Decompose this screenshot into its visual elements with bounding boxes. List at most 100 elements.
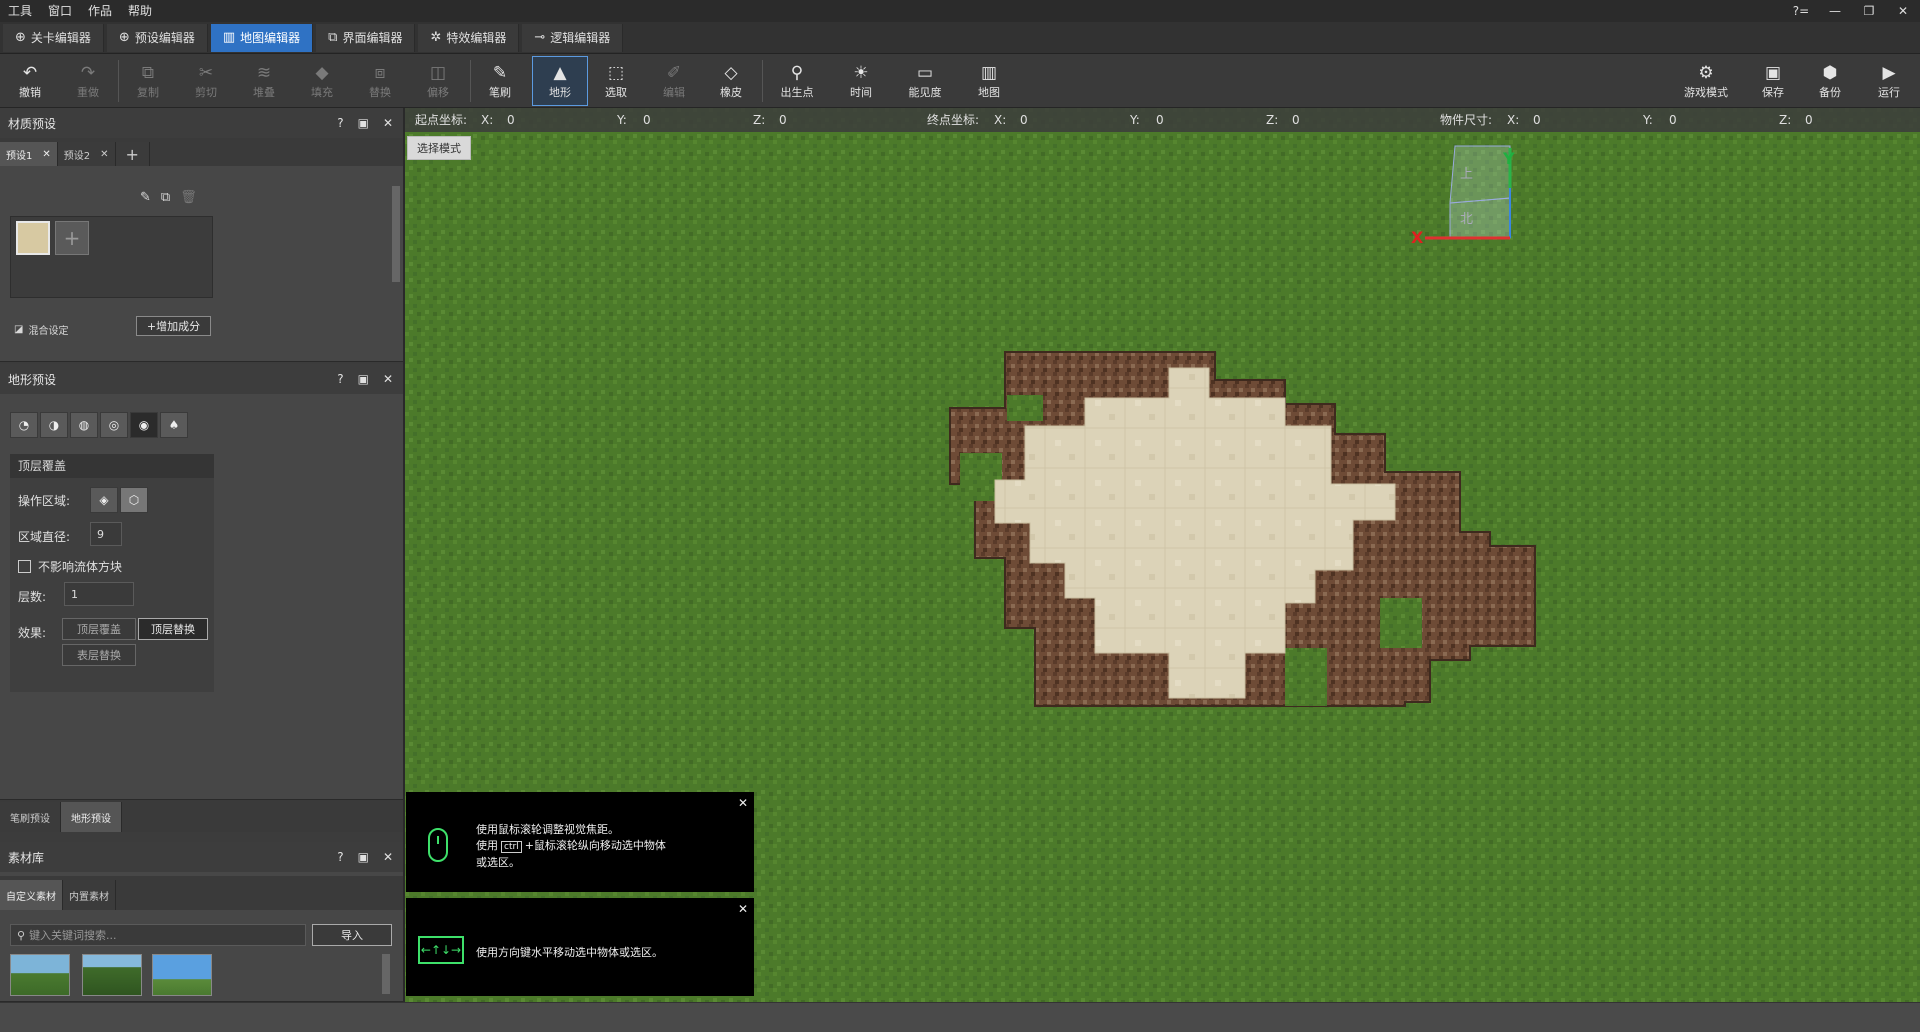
undo-button[interactable]: ↶ 撤销 <box>2 56 58 106</box>
scrollbar-thumb[interactable] <box>392 186 400 282</box>
diameter-input[interactable]: 9 <box>90 522 122 546</box>
eraser-button[interactable]: ◇ 橡皮 <box>703 56 759 106</box>
run-button[interactable]: ▶ 运行 <box>1861 56 1917 106</box>
stack-button[interactable]: ≋ 堆叠 <box>236 56 292 106</box>
panel-splitter[interactable] <box>403 108 405 1002</box>
close-icon[interactable]: ✕ <box>738 902 748 916</box>
close-button[interactable]: ✕ <box>1886 0 1920 22</box>
fill-button[interactable]: ◆ 填充 <box>294 56 350 106</box>
map-button[interactable]: ▥ 地图 <box>961 56 1017 106</box>
menu-works[interactable]: 作品 <box>80 0 120 22</box>
flatten-terrain-icon[interactable]: ◎ <box>100 412 128 438</box>
close-icon[interactable]: ✕ <box>383 372 393 386</box>
select-mode-badge[interactable]: 选择模式 <box>407 136 471 160</box>
game-mode-button[interactable]: ⚙ 游戏模式 <box>1676 56 1736 106</box>
raise-terrain-icon[interactable]: ◔ <box>10 412 38 438</box>
location-pin-icon: ⚲ <box>790 63 804 83</box>
asset-thumbnail[interactable] <box>10 954 70 996</box>
cover-terrain-icon[interactable]: ◉ <box>130 412 158 438</box>
cut-button[interactable]: ✂ 剪切 <box>178 56 234 106</box>
asset-thumbnail[interactable] <box>152 954 212 996</box>
trash-icon[interactable]: 🗑 <box>180 190 197 205</box>
toolbar-divider <box>470 60 471 102</box>
tab-effect-editor[interactable]: ✲ 特效编辑器 <box>418 23 520 52</box>
help-settings-icon[interactable]: ?= <box>1784 0 1818 22</box>
maximize-button[interactable]: ❐ <box>1852 0 1886 22</box>
tab-preset-2[interactable]: 预设2 ✕ <box>57 142 116 166</box>
add-preset-button[interactable]: + <box>115 142 150 166</box>
copy-button[interactable]: ⧉ 复制 <box>120 56 176 106</box>
panel-header: 材质预设 ? ▣ ✕ <box>0 108 403 138</box>
layers-input[interactable]: 1 <box>64 582 134 606</box>
tab-level-editor[interactable]: ⊕ 关卡编辑器 <box>3 23 104 52</box>
smooth-terrain-icon[interactable]: ◍ <box>70 412 98 438</box>
tab-brush-preset[interactable]: 笔刷预设 <box>0 802 61 832</box>
tab-ui-editor[interactable]: ⧉ 界面编辑器 <box>316 23 416 52</box>
menu-help[interactable]: 帮助 <box>120 0 160 22</box>
svg-text:Y: Y <box>1502 149 1515 168</box>
asset-thumbnail[interactable] <box>82 954 142 996</box>
sandstone-block-icon[interactable] <box>16 221 50 255</box>
select-button[interactable]: ⬚ 选取 <box>588 56 644 106</box>
effect-surface-replace-button[interactable]: 表层替换 <box>62 644 136 666</box>
eyedropper-icon[interactable]: ✎ <box>140 190 151 205</box>
import-button[interactable]: 导入 <box>312 924 392 946</box>
scrollbar-thumb[interactable] <box>382 954 390 994</box>
hint-text: 使用 ctrl +鼠标滚轮纵向移动选中物体 <box>476 839 666 853</box>
tab-preset-editor[interactable]: ⊕ 预设编辑器 <box>106 23 208 52</box>
cube-area-icon[interactable]: ⬡ <box>120 487 148 513</box>
close-icon[interactable]: ✕ <box>42 149 50 160</box>
end-x-value: 0 <box>1020 113 1028 127</box>
svg-text:X: X <box>1411 228 1424 247</box>
no-fluid-checkbox[interactable] <box>18 560 31 573</box>
gizmo-front-label: 北 <box>1460 212 1474 227</box>
spawn-point-button[interactable]: ⚲ 出生点 <box>769 56 825 106</box>
close-icon[interactable]: ✕ <box>100 149 108 160</box>
panel-header: 素材库 ? ▣ ✕ <box>0 842 403 872</box>
sphere-area-icon[interactable]: ◈ <box>90 487 118 513</box>
backup-button[interactable]: ⬢ 备份 <box>1802 56 1858 106</box>
effect-top-replace-button[interactable]: 顶层替换 <box>138 618 208 640</box>
minimize-button[interactable]: — <box>1818 0 1852 22</box>
pencil-icon: ✐ <box>666 63 682 83</box>
maximize-icon[interactable]: ▣ <box>358 850 369 864</box>
help-icon[interactable]: ? <box>337 116 343 130</box>
search-input[interactable]: ⚲ 键入关键词搜索... <box>10 924 306 946</box>
tab-preset-1[interactable]: 预设1 ✕ <box>0 142 58 166</box>
redo-button[interactable]: ↷ 重做 <box>60 56 116 106</box>
sun-moon-icon: ☀ <box>853 63 869 83</box>
duplicate-icon[interactable]: ⧉ <box>161 190 170 205</box>
close-icon[interactable]: ✕ <box>383 850 393 864</box>
tab-terrain-preset[interactable]: 地形预设 <box>61 802 122 832</box>
close-icon[interactable]: ✕ <box>738 796 748 810</box>
maximize-icon[interactable]: ▣ <box>358 116 369 130</box>
tree-icon[interactable]: ♠ <box>160 412 188 438</box>
effect-top-cover-button[interactable]: 顶层覆盖 <box>62 618 136 640</box>
add-material-button[interactable]: + <box>55 221 89 255</box>
menu-window[interactable]: 窗口 <box>40 0 80 22</box>
help-icon[interactable]: ? <box>337 850 343 864</box>
tab-custom-assets[interactable]: 自定义素材 <box>0 880 63 910</box>
terrain-button[interactable]: ▲ 地形 <box>532 56 588 106</box>
add-component-button[interactable]: + 增加成分 <box>136 316 211 336</box>
help-icon[interactable]: ? <box>337 372 343 386</box>
edit-button[interactable]: ✐ 编辑 <box>646 56 702 106</box>
maximize-icon[interactable]: ▣ <box>358 372 369 386</box>
scissors-icon: ✂ <box>198 63 214 83</box>
tab-builtin-assets[interactable]: 内置素材 <box>63 880 116 910</box>
offset-button[interactable]: ◫ 偏移 <box>410 56 466 106</box>
save-button[interactable]: ▣ 保存 <box>1745 56 1801 106</box>
tab-logic-editor[interactable]: ⊸ 逻辑编辑器 <box>522 23 624 52</box>
tab-map-editor[interactable]: ▥ 地图编辑器 <box>210 23 314 52</box>
menu-tools[interactable]: 工具 <box>0 0 40 22</box>
cube-icon: ⬢ <box>1822 63 1838 83</box>
toolbar: ↶ 撤销 ↷ 重做 ⧉ 复制 ✂ 剪切 ≋ 堆叠 ◆ 填充 ⧈ 替换 ◫ 偏移 ✎ 笔刷 ▲ 地形 … <box>0 54 1920 108</box>
replace-button[interactable]: ⧈ 替换 <box>352 56 408 106</box>
close-icon[interactable]: ✕ <box>383 116 393 130</box>
lower-terrain-icon[interactable]: ◑ <box>40 412 68 438</box>
time-button[interactable]: ☀ 时间 <box>833 56 889 106</box>
visibility-button[interactable]: ▭ 能见度 <box>897 56 953 106</box>
brush-button[interactable]: ✎ 笔刷 <box>472 56 528 106</box>
top-cover-section: 顶层覆盖 操作区域: ◈ ⬡ 区域直径: 9 不影响流体方块 层数: 1 效果:… <box>10 454 214 692</box>
hint-text: 或选区。 <box>476 856 520 869</box>
